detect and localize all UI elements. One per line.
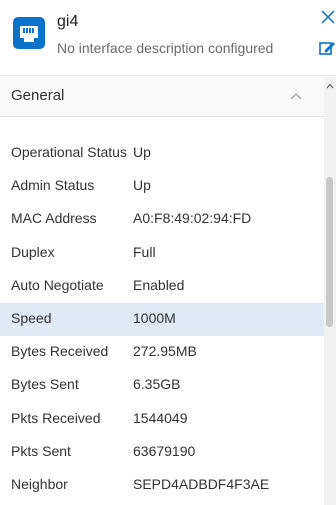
row-label: Bytes Sent: [11, 376, 79, 393]
row-value: 1000M: [133, 309, 176, 326]
close-icon[interactable]: [318, 6, 336, 28]
row-value: 1544049: [133, 409, 188, 426]
scroll-up-arrow-icon[interactable]: [326, 83, 334, 89]
row-bytes-sent: Bytes Sent 6.35GB: [0, 369, 324, 402]
edit-icon[interactable]: [318, 38, 336, 58]
row-operational-status: Operational Status Up: [0, 137, 324, 170]
row-value: SEPD4ADBDF4F3AE: [133, 475, 270, 492]
panel-header: gi4 No interface description configured: [0, 0, 336, 76]
ethernet-port-icon: [13, 17, 45, 49]
interface-title: gi4: [57, 13, 79, 30]
row-label: Duplex: [11, 243, 55, 260]
row-label: MAC Address: [11, 210, 97, 227]
properties-list: Operational Status Up Admin Status Up MA…: [0, 137, 324, 502]
row-label: Pkts Sent: [11, 442, 71, 459]
row-label: Neighbor: [11, 475, 68, 492]
row-auto-negotiate: Auto Negotiate Enabled: [0, 270, 324, 303]
row-value: 272.95MB: [133, 343, 197, 360]
row-label: Speed: [11, 309, 52, 326]
section-label: General: [11, 87, 65, 104]
row-label: Bytes Received: [11, 343, 109, 360]
row-value: A0:F8:49:02:94:FD: [133, 210, 252, 227]
scroll-thumb[interactable]: [326, 177, 333, 327]
row-value: Full: [133, 243, 156, 260]
row-value: Enabled: [133, 276, 185, 293]
row-duplex: Duplex Full: [0, 237, 324, 270]
chevron-up-icon[interactable]: [289, 91, 303, 101]
row-label: Auto Negotiate: [11, 276, 104, 293]
row-value: Up: [133, 144, 151, 160]
row-pkts-sent: Pkts Sent 63679190: [0, 436, 324, 469]
row-label: Operational Status: [11, 144, 127, 160]
row-label: Pkts Received: [11, 409, 101, 426]
row-bytes-received: Bytes Received 272.95MB: [0, 336, 324, 369]
row-value: 6.35GB: [133, 376, 181, 393]
interface-description: No interface description configured: [57, 40, 274, 56]
row-admin-status: Admin Status Up: [0, 170, 324, 203]
section-general[interactable]: General: [0, 77, 324, 117]
row-value: Up: [133, 177, 151, 194]
scrollbar[interactable]: [324, 77, 336, 505]
row-neighbor: Neighbor SEPD4ADBDF4F3AE: [0, 469, 324, 502]
row-pkts-received: Pkts Received 1544049: [0, 403, 324, 436]
row-value: 63679190: [133, 442, 196, 459]
row-label: Admin Status: [11, 177, 95, 194]
row-speed: Speed 1000M: [0, 302, 324, 337]
row-mac-address: MAC Address A0:F8:49:02:94:FD: [0, 203, 324, 236]
